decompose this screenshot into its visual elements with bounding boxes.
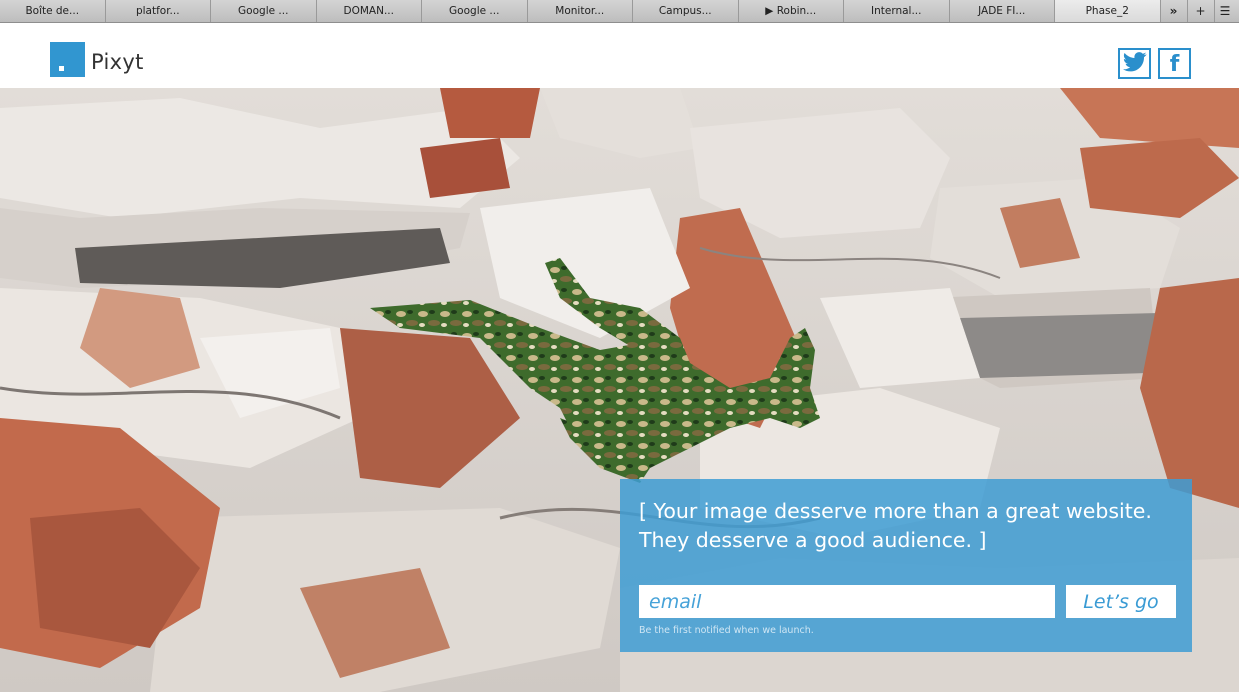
twitter-icon bbox=[1122, 51, 1147, 76]
logo-text[interactable]: Pixyt bbox=[91, 50, 144, 74]
browser-tab[interactable]: Campus... bbox=[633, 0, 739, 22]
email-input[interactable] bbox=[639, 585, 1055, 618]
browser-tab[interactable]: platfor... bbox=[105, 0, 211, 22]
tab-controls: » + ☰ bbox=[1160, 0, 1239, 22]
tagline-line-2: They desserve a good audience. ] bbox=[639, 528, 987, 552]
facebook-button[interactable]: f bbox=[1158, 48, 1191, 79]
tagline-line-1: [ Your image desserve more than a great … bbox=[639, 499, 1152, 523]
browser-tab-active[interactable]: Phase_2 bbox=[1055, 0, 1161, 22]
browser-tab[interactable]: Google ... bbox=[211, 0, 317, 22]
logo-mark[interactable] bbox=[50, 42, 85, 77]
signup-panel: [ Your image desserve more than a great … bbox=[620, 479, 1192, 652]
browser-tab[interactable]: ▶ Robin... bbox=[738, 0, 844, 22]
tab-list-icon[interactable]: ☰ bbox=[1213, 0, 1236, 22]
browser-tab[interactable]: Internal... bbox=[844, 0, 950, 22]
facebook-icon: f bbox=[1169, 51, 1180, 77]
tagline: [ Your image desserve more than a great … bbox=[639, 497, 1184, 555]
tab-overflow-icon[interactable]: » bbox=[1161, 0, 1187, 22]
site-header: Pixyt f bbox=[0, 23, 1239, 88]
twitter-button[interactable] bbox=[1118, 48, 1151, 79]
browser-tab[interactable]: JADE FI... bbox=[949, 0, 1055, 22]
browser-tab[interactable]: DOMAN... bbox=[316, 0, 422, 22]
browser-tab[interactable]: Monitor... bbox=[527, 0, 633, 22]
lets-go-button[interactable]: Let’s go bbox=[1066, 585, 1176, 618]
new-tab-icon[interactable]: + bbox=[1186, 0, 1214, 22]
launch-note: Be the first notified when we launch. bbox=[639, 625, 814, 636]
logo-dot bbox=[59, 66, 64, 71]
browser-tab[interactable]: Boîte de... bbox=[0, 0, 106, 22]
browser-tab[interactable]: Google ... bbox=[422, 0, 528, 22]
browser-tab-bar: Boîte de... platfor... Google ... DOMAN.… bbox=[0, 0, 1239, 23]
